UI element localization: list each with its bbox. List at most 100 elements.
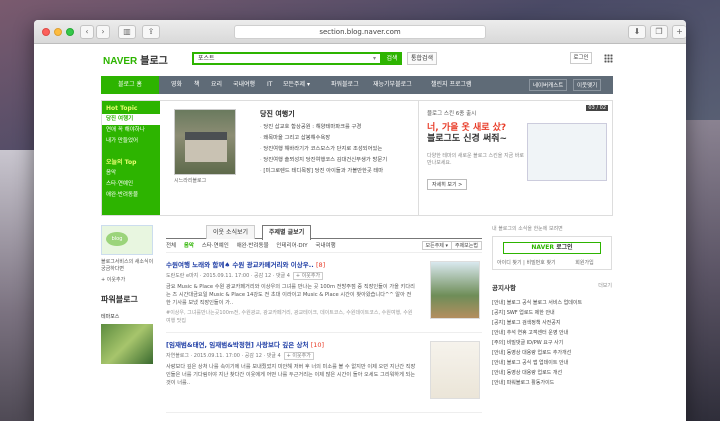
chevron-down-icon[interactable]: ▾ bbox=[373, 54, 376, 63]
nav-item[interactable]: 국내여행 bbox=[233, 76, 255, 94]
right-sidebar: 내 블로그의 소식을 한눈에 보려면 NAVER 로그인 아이디 찾기 | 비밀… bbox=[492, 225, 612, 421]
login-hint: 내 블로그의 소식을 한눈에 보려면 bbox=[492, 226, 563, 232]
nav-right-neighbor[interactable]: 이웃맺기 bbox=[573, 79, 602, 91]
today-top-title: 오늘의 Top bbox=[106, 159, 137, 166]
cat-item[interactable]: 스타·연예인 bbox=[202, 243, 229, 249]
back-icon[interactable]: ‹ bbox=[80, 25, 94, 39]
hot-topic-item[interactable]: 당진 여행기 bbox=[102, 114, 160, 125]
notice-item[interactable]: [안내] 파워블로그 활동가이드 bbox=[492, 378, 612, 388]
skin-ad-banner[interactable]: 블로그 스킨 6종 출시 너, 가을 옷 새로 샀? 블로그도 신경 써줘~ 다… bbox=[418, 101, 614, 215]
apps-grid-icon[interactable] bbox=[604, 54, 613, 63]
notice-item[interactable]: [안내] 추석 연휴 고객센터 운영 안내 bbox=[492, 328, 612, 338]
theme-post-label: 테마포스 bbox=[101, 314, 120, 320]
nav-right-cast[interactable]: 네이버캐스트 bbox=[529, 79, 568, 91]
featured-thumbnail[interactable] bbox=[174, 109, 236, 175]
notice-item[interactable]: [안내] 블로그 공식 앱 업데이트 안내 bbox=[492, 358, 612, 368]
hot-topic-item[interactable]: 연애 꼭 해야하나 bbox=[102, 125, 160, 136]
nav-item[interactable]: 챌린지 프로그램 bbox=[431, 76, 472, 94]
minimize-window-button[interactable] bbox=[54, 28, 62, 36]
forward-icon[interactable]: › bbox=[96, 25, 110, 39]
nav-item[interactable]: 영화 bbox=[171, 76, 182, 94]
ad-detail-button[interactable]: 자세히 보기 > bbox=[427, 179, 468, 190]
neighbor-add-link[interactable]: + 이웃추가 bbox=[101, 277, 159, 284]
post-title[interactable]: [임재범&태연, 임재범&박정현] 사랑보다 깊은 상처 [10] bbox=[166, 339, 416, 349]
notice-item[interactable]: [안내] 동영상 대용량 업로드 추가개선 bbox=[492, 348, 612, 358]
featured-caption: 시느라리블로그 bbox=[174, 178, 207, 184]
left-column: blog 블로그서비스의 새소식이 궁금하다면 + 이웃추가 파워블로그 테마포… bbox=[101, 225, 159, 421]
address-bar[interactable]: section.blog.naver.com bbox=[234, 25, 486, 39]
ad-subtitle: 블로그 스킨 6종 출시 bbox=[427, 111, 477, 117]
blog-bubble-icon: blog bbox=[106, 232, 128, 246]
total-search-button[interactable]: 통합검색 bbox=[407, 52, 437, 65]
food-thumbnail[interactable] bbox=[101, 324, 153, 364]
today-top-item[interactable]: 애완·반려동물 bbox=[102, 190, 160, 201]
tabs-overview-icon[interactable]: ❐ bbox=[650, 25, 668, 39]
signup-link[interactable]: 회원가입 bbox=[575, 260, 593, 266]
today-top-item[interactable]: 음악 bbox=[102, 168, 160, 179]
blog-badge[interactable]: blog bbox=[101, 225, 153, 255]
category-nav: 블로그 홈 영화 책 요리 국내여행 IT 모든주제 ▾ 파워블로그 재능기부블… bbox=[101, 76, 613, 94]
cat-item[interactable]: 인테리어·DIY bbox=[276, 243, 307, 249]
cat-item[interactable]: 전체 bbox=[166, 243, 176, 249]
add-neighbor-button[interactable]: + 이웃추가 bbox=[283, 352, 314, 360]
ad-headline-1: 너, 가을 옷 새로 샀? bbox=[427, 123, 507, 133]
post-body: 금요 Music & Place 수원 광교카페거리와 이상우의 그녀를 만나는… bbox=[166, 284, 415, 306]
post-meta-text: 도란도란 e마지 · 2015.09.11. 17:00 · 공감 12 · 댓… bbox=[166, 273, 290, 279]
skin-preview-image bbox=[527, 123, 607, 181]
notice-item[interactable]: [공지] SWF 업로드 제한 안내 bbox=[492, 308, 612, 318]
power-blog-title[interactable]: 파워블로그 bbox=[101, 294, 159, 305]
downloads-icon[interactable]: ⬇ bbox=[628, 25, 646, 39]
naver-login-button[interactable]: NAVER 로그인 bbox=[503, 242, 601, 254]
share-icon[interactable]: ⇪ bbox=[142, 25, 160, 39]
post-thumbnail[interactable] bbox=[430, 261, 480, 319]
login-button[interactable]: 로그인 bbox=[570, 52, 592, 64]
view-select[interactable]: 주제보는법 bbox=[450, 241, 482, 250]
ad-description: 다양한 테마의 새로운 블로그 스킨을 지금 바로 만나보세요. bbox=[427, 153, 524, 166]
post-title-text: [임재범&태연, 임재범&박정현] 사랑보다 깊은 상처 bbox=[166, 341, 309, 349]
sidebar-icon[interactable]: ▥ bbox=[118, 25, 136, 39]
banner-pager[interactable]: 03 / 02 bbox=[586, 105, 608, 111]
add-neighbor-button[interactable]: + 이웃추가 bbox=[292, 272, 324, 280]
nav-item[interactable]: 재능기부블로그 bbox=[373, 76, 412, 94]
ad-headline-2: 블로그도 신경 써줘~ bbox=[427, 134, 508, 144]
tab-neighbor-news[interactable]: 이웃 소식보기 bbox=[206, 225, 256, 239]
sort-select[interactable]: 모든주제 ▾ bbox=[421, 241, 452, 250]
notice-more-link[interactable]: 더보기 bbox=[598, 282, 612, 289]
today-top-item[interactable]: 스타·연예인 bbox=[102, 179, 160, 190]
tab-topic-posts[interactable]: 주제별 글보기 bbox=[262, 225, 312, 240]
hot-topic-item[interactable]: 내가 만들었어 bbox=[102, 136, 160, 147]
hot-topic-title: Hot Topic bbox=[106, 105, 138, 112]
post-item[interactable]: [임재범&태연, 임재범&박정현] 사랑보다 깊은 상처 [10] 자연블로그 … bbox=[166, 333, 482, 413]
cat-item[interactable]: 국내여행 bbox=[315, 243, 335, 249]
post-thumbnail[interactable] bbox=[430, 341, 480, 399]
close-window-button[interactable] bbox=[42, 28, 50, 36]
search-button[interactable]: 검색 bbox=[382, 52, 402, 65]
nav-home[interactable]: 블로그 홈 bbox=[101, 76, 159, 94]
cat-item[interactable]: 음악 bbox=[184, 243, 194, 249]
cat-item[interactable]: 애완·반려동물 bbox=[237, 243, 269, 249]
naver-blog-logo[interactable]: NAVER 블로그 bbox=[103, 52, 168, 67]
nav-item[interactable]: 책 bbox=[194, 76, 200, 94]
notice-item[interactable]: [안내] 블로그 공식 블로그 서비스 업데이트 bbox=[492, 298, 612, 308]
nav-item[interactable]: 모든주제 ▾ bbox=[283, 76, 310, 94]
post-title[interactable]: 수원여행 노래와 함께♠ 수원 광교카페거리와 이상우.. [8] bbox=[166, 259, 416, 269]
notice-item[interactable]: [주의] 비밀댓글 ID/PW 요구 사기 bbox=[492, 338, 612, 348]
nav-item[interactable]: 파워블로그 bbox=[331, 76, 359, 94]
category-filter: 전체 음악 스타·연예인 애완·반려동물 인테리어·DIY 국내여행 모든주제 … bbox=[166, 239, 482, 253]
post-item[interactable]: 수원여행 노래와 함께♠ 수원 광교카페거리와 이상우.. [8] 도란도란 e… bbox=[166, 253, 482, 333]
notice-item[interactable]: [공지] 블로그 검색정책 사전공지 bbox=[492, 318, 612, 328]
find-pw-link[interactable]: 비밀번호 찾기 bbox=[526, 260, 555, 266]
new-tab-icon[interactable]: + bbox=[672, 25, 686, 39]
blog-notice-text: 블로그서비스의 새소식이 궁금하다면 bbox=[101, 259, 154, 272]
zoom-window-button[interactable] bbox=[66, 28, 74, 36]
search-input[interactable]: 포스트 ▾ bbox=[192, 52, 382, 65]
account-links: 아이디 찾기 | 비밀번호 찾기 회원가입 bbox=[497, 260, 594, 266]
nav-item[interactable]: 요리 bbox=[211, 76, 222, 94]
post-body: 사랑보다 깊은 상처 나를 속이기에 너를 보내줬었지 미안해 저버 후 너의 … bbox=[166, 364, 416, 386]
browser-titlebar: ‹ › ▥ ⇪ section.blog.naver.com ⬇ ❐ + bbox=[34, 20, 686, 44]
notice-item[interactable]: [안내] 동영상 대용량 업로드 개선 bbox=[492, 368, 612, 378]
nav-item[interactable]: IT bbox=[267, 76, 272, 94]
find-id-link[interactable]: 아이디 찾기 bbox=[497, 260, 522, 266]
post-tags: #이상우, 그녀를만나는곳100m전, 수원광교, 광교카페거리, 광교테이크,… bbox=[166, 310, 413, 324]
hot-topic-sidebar: Hot Topic 당진 여행기 연애 꼭 해야하나 내가 만들었어 오늘의 T… bbox=[102, 101, 160, 215]
